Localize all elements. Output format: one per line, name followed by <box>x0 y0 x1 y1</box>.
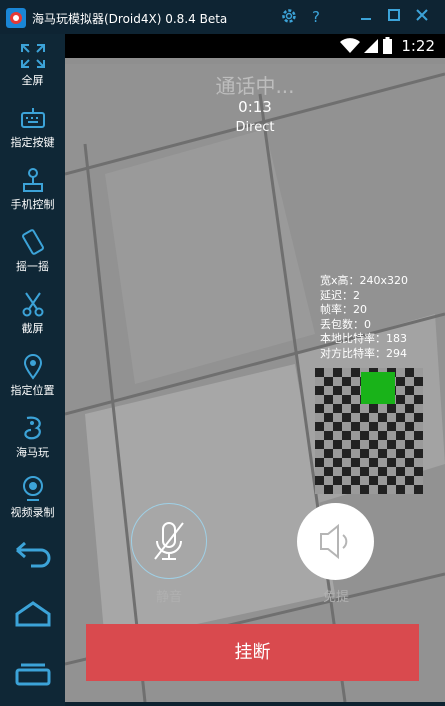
nav-recent-apps-button[interactable] <box>0 656 65 692</box>
android-status-bar: 1:22 <box>65 34 445 58</box>
scissors-icon <box>22 292 43 317</box>
help-icon[interactable]: ? <box>306 7 326 27</box>
speaker-icon <box>320 523 348 560</box>
sidebar-item-haimawan[interactable]: 海马玩 <box>0 410 65 468</box>
sidebar-item-screenshot[interactable]: 截屏 <box>0 286 65 344</box>
shake-icon <box>21 229 44 255</box>
sidebar-item-keymap[interactable]: 指定按键 <box>0 100 65 158</box>
settings-gear-icon[interactable] <box>279 7 299 27</box>
call-stats-overlay: 宽x高：240x320 延迟：2 帧率：20 丢包数：0 本地比特率：183 对… <box>320 274 408 361</box>
haimawan-logo-icon <box>23 416 41 440</box>
window-title-bar: 海马玩模拟器(Droid4X) 0.8.4 Beta ? <box>0 0 445 34</box>
speaker-button[interactable] <box>297 503 374 580</box>
back-icon <box>15 541 50 568</box>
home-icon <box>15 601 50 627</box>
recent-apps-icon <box>15 663 50 686</box>
stat-framerate: 帧率：20 <box>320 303 367 316</box>
status-clock: 1:22 <box>401 37 435 55</box>
fullscreen-icon <box>20 44 45 68</box>
preview-green-block <box>361 372 395 404</box>
video-record-icon <box>22 476 43 501</box>
sidebar-item-fullscreen[interactable]: 全屏 <box>0 38 65 96</box>
stat-remote-bitrate: 对方比特率：294 <box>320 346 407 360</box>
speaker-label: 免提 <box>322 590 349 605</box>
stat-latency: 延迟：2 <box>320 288 360 302</box>
phone-screen: 1:22 通话中... 0:13 Direct 宽x高：240x320 延迟：2… <box>65 34 445 702</box>
joystick-icon <box>22 168 43 192</box>
stat-local-bitrate: 本地比特率：183 <box>320 332 407 345</box>
wifi-icon <box>340 38 360 53</box>
sidebar-item-phone-control[interactable]: 手机控制 <box>0 162 65 220</box>
stat-packet-loss: 丢包数：0 <box>320 317 371 331</box>
close-icon[interactable] <box>412 7 432 27</box>
call-mode: Direct <box>235 120 275 135</box>
window-title: 海马玩模拟器(Droid4X) 0.8.4 Beta <box>32 12 228 26</box>
local-video-preview[interactable] <box>315 368 423 494</box>
call-timer: 0:13 <box>238 98 272 116</box>
signal-icon <box>364 39 378 53</box>
maximize-icon[interactable] <box>384 7 404 27</box>
mute-label: 静音 <box>155 590 182 605</box>
hangup-button[interactable]: 挂断 <box>86 624 419 681</box>
sidebar-item-video-record[interactable]: 视频录制 <box>0 470 65 528</box>
emulator-sidebar: 全屏 指定按键 手机控制 摇一摇 截屏 指定位置 海马玩 视频录制 <box>0 34 65 706</box>
keyboard-icon <box>20 108 45 128</box>
battery-icon <box>383 37 392 54</box>
droid4x-logo-icon <box>6 8 26 28</box>
nav-home-button[interactable] <box>0 596 65 632</box>
minimize-icon[interactable] <box>356 7 376 27</box>
location-pin-icon <box>23 354 42 380</box>
call-status-text: 通话中... <box>215 74 295 98</box>
sidebar-item-location[interactable]: 指定位置 <box>0 348 65 406</box>
sidebar-item-shake[interactable]: 摇一摇 <box>0 224 65 282</box>
mute-button[interactable] <box>131 503 207 579</box>
nav-back-button[interactable] <box>0 536 65 572</box>
stat-resolution: 宽x高：240x320 <box>320 274 409 287</box>
microphone-muted-icon <box>153 521 184 560</box>
